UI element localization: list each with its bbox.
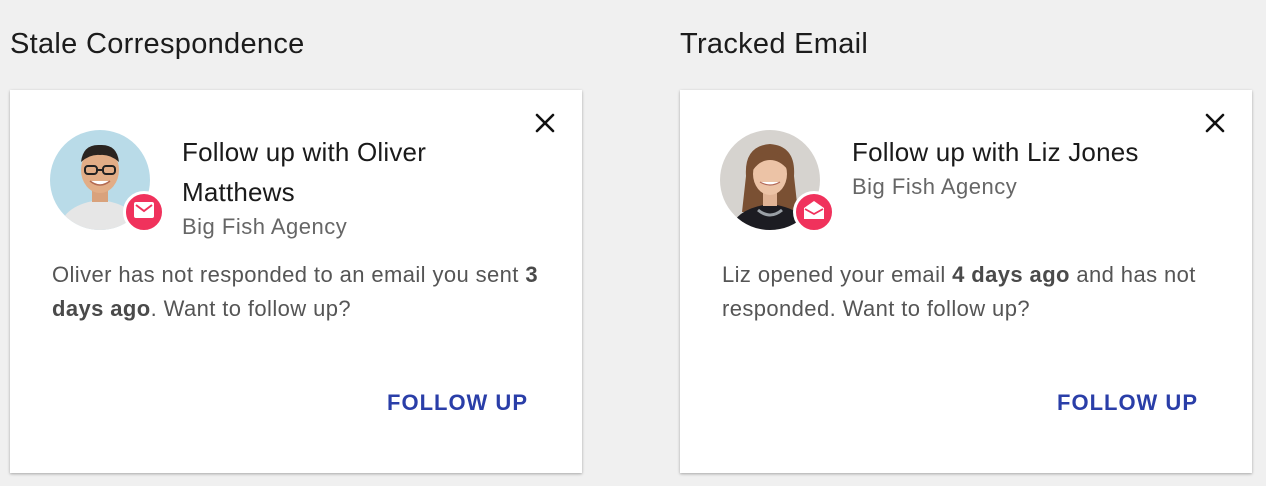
card-title: Follow up with Liz Jones — [852, 137, 1139, 167]
card-title: Follow up with Oliver Matthews — [182, 137, 427, 207]
company-name: Big Fish Agency — [182, 214, 348, 239]
envelope-closed-icon — [134, 201, 154, 223]
contact-avatar-group — [720, 130, 836, 233]
close-icon — [535, 113, 555, 138]
card-message: Oliver has not responded to an email you… — [52, 258, 552, 326]
envelope-open-icon — [804, 200, 824, 224]
card-message: Liz opened your email 4 days ago and has… — [722, 258, 1222, 326]
section-heading: Tracked Email — [680, 28, 869, 60]
card-header: Follow up with Liz Jones Big Fish Agency — [852, 132, 1192, 200]
close-button[interactable] — [1200, 110, 1230, 140]
close-icon — [1205, 113, 1225, 138]
company-name: Big Fish Agency — [852, 174, 1018, 199]
section-heading: Stale Correspondence — [10, 28, 305, 60]
message-text: Liz opened your email — [722, 262, 953, 287]
follow-up-button[interactable]: FOLLOW UP — [387, 390, 528, 416]
follow-up-card: Follow up with Liz Jones Big Fish Agency… — [680, 90, 1252, 473]
close-button[interactable] — [530, 110, 560, 140]
email-badge — [793, 191, 835, 233]
email-badge — [123, 191, 165, 233]
message-text: Oliver has not responded to an email you… — [52, 262, 526, 287]
contact-avatar-group — [50, 130, 166, 233]
message-emphasis: 4 days ago — [952, 262, 1070, 287]
card-header: Follow up with Oliver Matthews Big Fish … — [182, 132, 522, 240]
follow-up-card: Follow up with Oliver Matthews Big Fish … — [10, 90, 582, 473]
message-text: . Want to follow up? — [150, 296, 351, 321]
follow-up-button[interactable]: FOLLOW UP — [1057, 390, 1198, 416]
